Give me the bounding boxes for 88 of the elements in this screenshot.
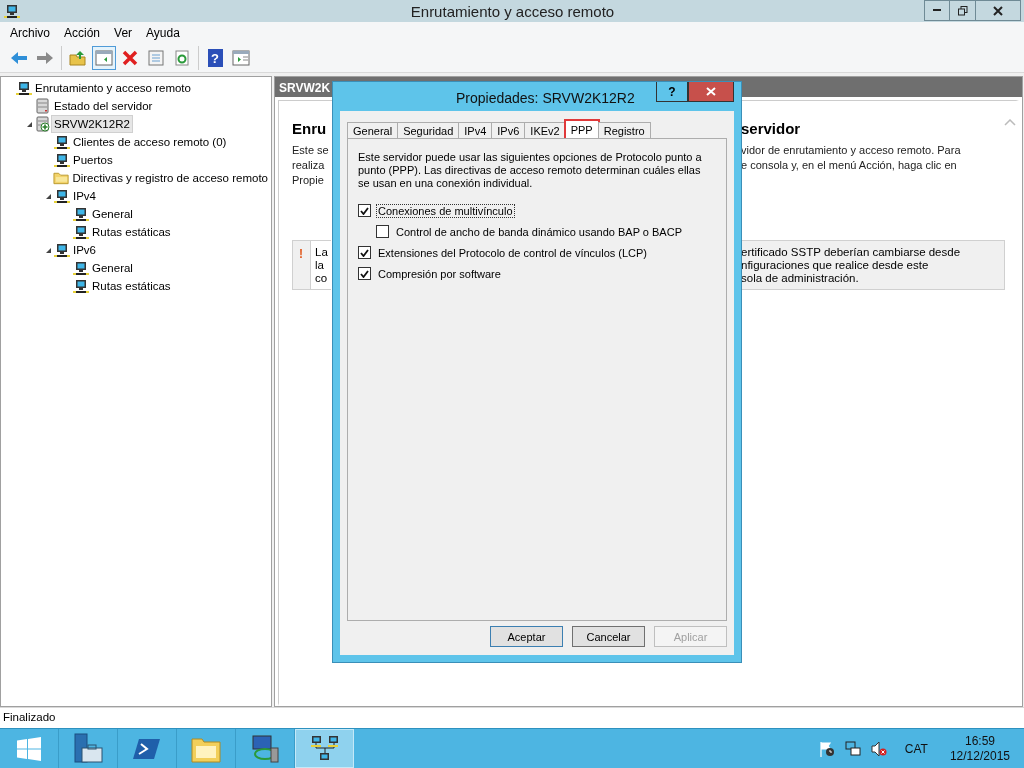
- close-button[interactable]: [975, 0, 1021, 21]
- windows-logo-icon: [17, 736, 41, 761]
- tree-item[interactable]: General: [89, 259, 136, 277]
- menu-item[interactable]: Ayuda: [140, 26, 188, 40]
- tree-item[interactable]: Rutas estáticas: [89, 277, 174, 295]
- checkbox-label[interactable]: Control de ancho de banda dinámico usando BAP o BACP: [394, 224, 684, 239]
- expanded-arrow-icon[interactable]: [44, 246, 52, 254]
- text-fragment: Propie: [292, 174, 324, 186]
- expanded-arrow-icon[interactable]: [25, 120, 33, 128]
- checkmark-icon: [360, 269, 369, 278]
- network-computer-icon: [4, 3, 20, 19]
- tree-item[interactable]: IPv4: [70, 187, 99, 205]
- text-fragment: vidor de enrutamiento y acceso remoto. Para: [741, 144, 961, 156]
- flag-icon[interactable]: [818, 740, 835, 757]
- tree-item[interactable]: IPv6: [70, 241, 99, 259]
- window-title: Enrutamiento y acceso remoto: [409, 2, 616, 20]
- checkmark-icon: [360, 206, 369, 215]
- checkbox[interactable]: [358, 246, 371, 259]
- tree-item[interactable]: Puertos: [70, 151, 116, 169]
- network-computer-icon: [250, 733, 280, 764]
- text-fragment: la: [315, 259, 324, 271]
- restore-icon: [957, 5, 968, 16]
- close-icon: [993, 5, 1003, 16]
- network-computer-icon: [54, 242, 70, 258]
- heading-fragment: Enru: [292, 120, 327, 137]
- text-fragment: La: [315, 246, 328, 258]
- text-fragment: nfiguraciones que realice desde este: [741, 259, 930, 272]
- tree-item[interactable]: SRVW2K12R2: [51, 115, 133, 133]
- menu-item[interactable]: Archivo: [4, 26, 58, 40]
- tree-item[interactable]: General: [89, 205, 136, 223]
- help-button[interactable]: ?: [656, 82, 688, 102]
- text-fragment: e consola y, en el menú Acción, haga clic en: [741, 159, 957, 171]
- language-indicator[interactable]: CAT: [904, 741, 928, 756]
- refresh-icon: [174, 50, 190, 66]
- text-fragment: realiza: [292, 159, 325, 171]
- checkbox-label[interactable]: Compresión por software: [376, 266, 503, 281]
- properties-icon: [148, 50, 164, 66]
- tree-item[interactable]: Directivas y registro de acceso remoto: [69, 169, 271, 187]
- minimize-button[interactable]: [924, 0, 950, 21]
- network-computer-icon: [73, 278, 89, 294]
- expanded-arrow-icon[interactable]: [44, 192, 52, 200]
- checkbox-label[interactable]: Conexiones de multivínculo: [376, 203, 515, 218]
- delete-x-icon: [122, 50, 138, 66]
- dialog-button[interactable]: Aceptar: [490, 626, 563, 647]
- network-computer-icon: [73, 260, 89, 276]
- text-fragment: ertificado SSTP deberían cambiarse desde: [741, 246, 962, 259]
- network-computer-icon: [54, 152, 70, 168]
- powershell-icon: [133, 736, 161, 761]
- heading-fragment: servidor: [741, 120, 801, 137]
- network-icon[interactable]: [844, 740, 861, 757]
- restore-button[interactable]: [949, 0, 976, 21]
- network-computer-icon: [73, 206, 89, 222]
- dialog-button[interactable]: Cancelar: [572, 626, 645, 647]
- server-toolbox-icon: [72, 732, 104, 765]
- close-icon: [706, 87, 716, 96]
- toolbar-button[interactable]: [92, 46, 116, 70]
- network-computer-icon: [73, 224, 89, 240]
- network-computer-icon: [54, 188, 70, 204]
- text-fragment: Este se: [292, 144, 329, 156]
- text-fragment: co: [315, 272, 328, 284]
- network-computer-icon: [54, 134, 70, 150]
- tree-item[interactable]: Clientes de acceso remoto (0): [70, 133, 230, 151]
- menu-item[interactable]: Ver: [108, 26, 141, 40]
- description-text: Este servidor puede usar las siguientes opciones de Protocolo punto a punto (PPP). Las directivas de acceso remoto determinan cuáles ellas se usan en una conexión individual.: [358, 151, 703, 190]
- back-arrow-icon: [10, 51, 28, 65]
- text-fragment: sola de administración.: [741, 272, 860, 285]
- checkbox-label[interactable]: Extensiones del Protocolo de control de vínculos (LCP): [376, 245, 650, 260]
- forward-arrow-icon: [36, 51, 54, 65]
- menu-item[interactable]: Acción: [58, 26, 109, 40]
- minimize-icon: [933, 9, 941, 12]
- speaker-muted-icon[interactable]: [870, 740, 887, 757]
- server-plus-icon: [35, 116, 51, 132]
- action-pane-icon: [232, 50, 250, 66]
- console-tree-icon: [95, 50, 113, 66]
- tree-item[interactable]: Estado del servidor: [51, 97, 156, 115]
- close-button[interactable]: [688, 82, 734, 102]
- network-computer-icon: [16, 80, 32, 96]
- tree-item[interactable]: Enrutamiento y acceso remoto: [32, 79, 194, 97]
- folder-icon: [53, 171, 70, 185]
- checkbox[interactable]: [358, 267, 371, 280]
- clock-date[interactable]: 12/12/2015: [949, 748, 1010, 764]
- server-icon: [35, 98, 51, 114]
- checkbox[interactable]: [376, 225, 389, 238]
- checkbox[interactable]: [358, 204, 371, 217]
- checkmark-icon: [360, 248, 369, 257]
- folder-up-icon: [69, 50, 87, 66]
- tree-item[interactable]: Rutas estáticas: [89, 223, 174, 241]
- clock-time[interactable]: 16:59: [964, 733, 995, 749]
